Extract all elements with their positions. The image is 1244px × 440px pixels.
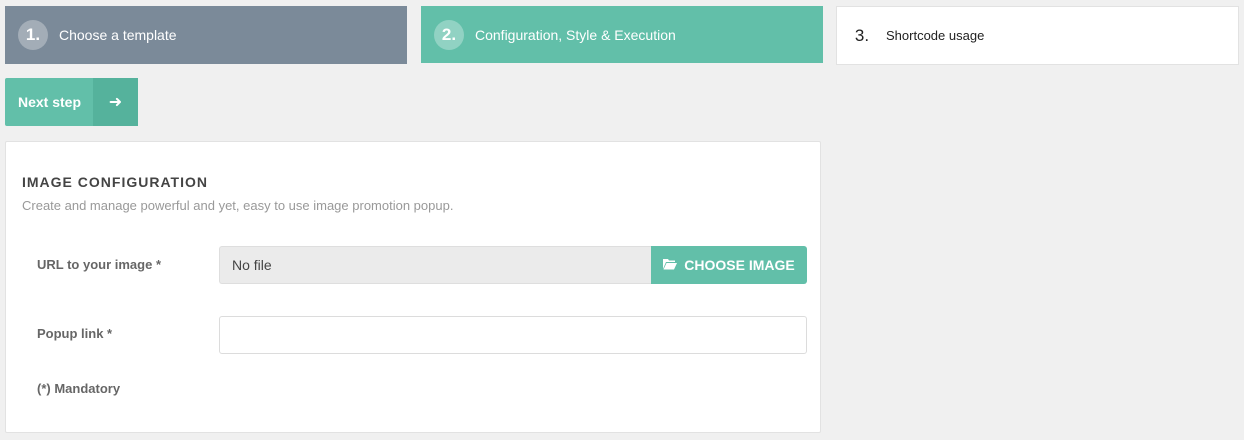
step-label: Shortcode usage [886,28,985,43]
popup-link-input[interactable] [219,316,807,354]
mandatory-note: (*) Mandatory [37,381,121,396]
arrow-right-icon: ➜ [93,78,138,126]
choose-image-label: CHOOSE IMAGE [684,257,795,273]
step-label: Choose a template [59,27,177,43]
folder-open-icon [663,258,678,273]
panel-title: IMAGE CONFIGURATION [22,174,208,190]
wizard-steps: 1. Choose a template 2. Configuration, S… [5,6,1239,65]
popup-link-label: Popup link * [37,326,113,341]
step-number: 1. [18,20,48,50]
step-choose-template[interactable]: 1. Choose a template [5,6,407,64]
panel-description: Create and manage powerful and yet, easy… [22,198,454,213]
step-number: 3. [854,25,870,45]
next-step-label: Next step [18,94,82,110]
image-configuration-panel: IMAGE CONFIGURATION Create and manage po… [5,141,821,433]
step-shortcode-usage[interactable]: 3. Shortcode usage [836,6,1239,65]
step-configuration[interactable]: 2. Configuration, Style & Execution [421,6,823,63]
step-label: Configuration, Style & Execution [475,26,676,43]
url-field-label: URL to your image * [37,257,162,272]
next-step-button[interactable]: Next step ➜ [5,78,138,126]
image-url-display: No file [219,246,652,284]
choose-image-button[interactable]: CHOOSE IMAGE [651,246,807,284]
step-number: 2. [434,19,464,50]
